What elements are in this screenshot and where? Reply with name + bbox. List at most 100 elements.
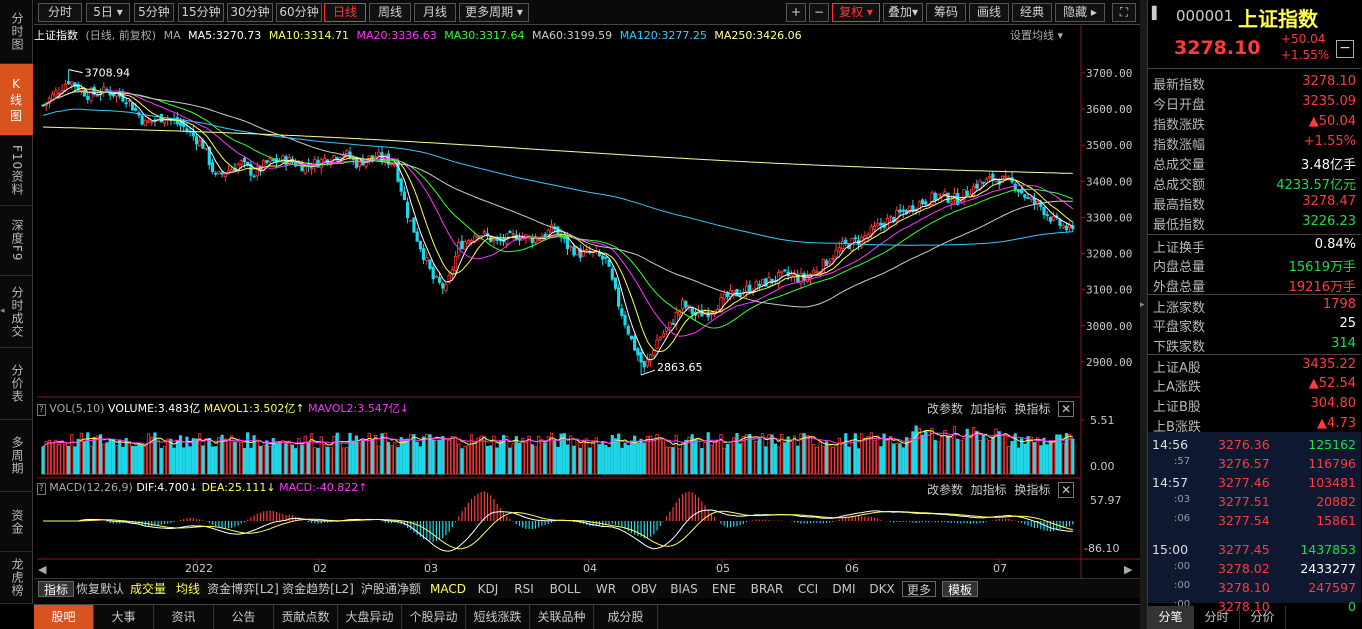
remove-watch-button[interactable]: − (1336, 40, 1354, 58)
candle-body (511, 233, 515, 235)
volume-bar (1039, 445, 1043, 475)
volume-bar (821, 445, 825, 475)
candle-body (54, 90, 58, 97)
indicator-20[interactable]: 模板 (942, 581, 978, 597)
indicator-17[interactable]: DMI (826, 581, 862, 597)
candle-body (220, 172, 224, 175)
bottom-tab-3[interactable]: 公告 (214, 605, 274, 629)
candle-body (645, 359, 650, 367)
nav-price-table[interactable]: 分价表 (0, 348, 33, 420)
volume-bar (645, 436, 650, 475)
stat-value: 1798 (1322, 297, 1356, 312)
volume-bar (588, 447, 592, 475)
volume-bar (457, 443, 461, 475)
quote-tab-2[interactable]: 分价 (1240, 606, 1286, 629)
close-icon[interactable]: ✕ (1058, 401, 1075, 417)
nav-timeshare[interactable]: 分时图 (0, 0, 33, 64)
nav-depth[interactable]: 深度F9 (0, 206, 33, 276)
indicator-5[interactable]: 资金趋势[L2] (280, 581, 356, 597)
indicator-15[interactable]: BRAR (744, 581, 790, 597)
bottom-tab-5[interactable]: 大盘异动 (338, 605, 402, 629)
bottom-tab-4[interactable]: 贡献点数 (274, 605, 338, 629)
candle-body (95, 94, 99, 97)
question-icon[interactable]: ? (37, 404, 46, 416)
vol-edit-params[interactable]: 改参数 (927, 402, 963, 416)
chevron-left-icon[interactable]: ◂ (0, 306, 8, 316)
indicator-1[interactable]: 恢复默认 (74, 581, 126, 597)
indicator-18[interactable]: DKX (862, 581, 902, 597)
indicator-19[interactable]: 更多 (902, 581, 936, 597)
indicator-3[interactable]: 均线 (170, 581, 206, 597)
candle-body (783, 269, 787, 272)
bottom-tab-9[interactable]: 成分股 (594, 605, 658, 629)
low-annotation: 2863.65 (657, 361, 703, 374)
chevron-right-icon[interactable]: ▸ (1140, 300, 1145, 310)
volume-bar (847, 446, 851, 475)
macd-switch-indicator[interactable]: 换指标 (1014, 483, 1050, 497)
indicator-7[interactable]: MACD (426, 581, 470, 597)
volume-bar (370, 440, 375, 475)
candle-body (431, 266, 435, 280)
candle-body (146, 120, 151, 123)
bottom-tab-7[interactable]: 短线涨跌 (466, 605, 530, 629)
volume-bar (914, 425, 918, 475)
quote-tab-0[interactable]: 分笔 (1148, 606, 1194, 629)
bottom-tab-2[interactable]: 资讯 (154, 605, 214, 629)
indicator-9[interactable]: RSI (506, 581, 542, 597)
scroll-right-icon[interactable]: ▶ (1124, 563, 1133, 576)
volume-bar (242, 447, 247, 475)
volume-bar (943, 430, 947, 475)
volume-bar (898, 443, 902, 475)
volume-bar (585, 438, 589, 475)
indicator-12[interactable]: OBV (624, 581, 664, 597)
volume-bar (284, 443, 288, 475)
indicator-16[interactable]: CCI (790, 581, 826, 597)
macd-value: MACD:-40.822 (279, 481, 359, 494)
close-icon[interactable]: ✕ (1058, 482, 1075, 498)
indicator-8[interactable]: KDJ (470, 581, 506, 597)
stat-row: 上证换手 0.84% (1148, 234, 1361, 256)
bottom-tab-6[interactable]: 个股异动 (402, 605, 466, 629)
indicator-0[interactable]: 指标 (38, 581, 74, 597)
volume-bar (60, 440, 64, 475)
volume-bar (856, 448, 861, 475)
indicator-2[interactable]: 成交量 (126, 581, 170, 597)
volume-bar (236, 441, 240, 475)
bottom-tab-1[interactable]: 大事 (94, 605, 154, 629)
panel-splitter[interactable]: ▸ (1140, 0, 1147, 629)
nav-multi-period[interactable]: 多周期 (0, 420, 33, 492)
candle-body (370, 155, 375, 159)
nav-kline[interactable]: K线图 (0, 64, 33, 136)
volume-bar (684, 439, 688, 475)
quote-tab-1[interactable]: 分时 (1194, 606, 1240, 629)
nav-f10[interactable]: F10资料 (0, 136, 33, 206)
volume-bar (933, 440, 937, 475)
indicator-10[interactable]: BOLL (542, 581, 588, 597)
question-icon[interactable]: ? (37, 483, 46, 495)
scroll-left-icon[interactable]: ◀ (38, 563, 47, 576)
nav-funds[interactable]: 资金 (0, 492, 33, 552)
nav-dragon-tiger[interactable]: 龙虎榜 (0, 552, 33, 604)
vol-add-indicator[interactable]: 加指标 (971, 402, 1007, 416)
candle-body (389, 163, 394, 166)
macd-add-indicator[interactable]: 加指标 (971, 483, 1007, 497)
indicator-13[interactable]: BIAS (664, 581, 704, 597)
macd-edit-params[interactable]: 改参数 (927, 483, 963, 497)
vol-switch-indicator[interactable]: 换指标 (1014, 402, 1050, 416)
indicator-6[interactable]: 沪股通净额 (356, 581, 426, 597)
volume-bar (351, 440, 355, 475)
bottom-tab-0[interactable]: 股吧 (34, 605, 94, 629)
indicator-11[interactable]: WR (588, 581, 624, 597)
volume-bar (175, 439, 179, 475)
volume-bar (70, 434, 74, 475)
volume-bar (610, 434, 614, 475)
volume-bar (444, 437, 448, 475)
volume-bar (460, 448, 464, 475)
bottom-tab-8[interactable]: 关联品种 (530, 605, 594, 629)
tick-price: 3278.10 (1218, 580, 1270, 595)
indicator-14[interactable]: ENE (704, 581, 744, 597)
menu-icon[interactable]: ▌ (1152, 6, 1161, 20)
indicator-4[interactable]: 资金博弈[L2] (206, 581, 280, 597)
volume-bar (1029, 436, 1033, 475)
volume-bar (66, 445, 71, 475)
